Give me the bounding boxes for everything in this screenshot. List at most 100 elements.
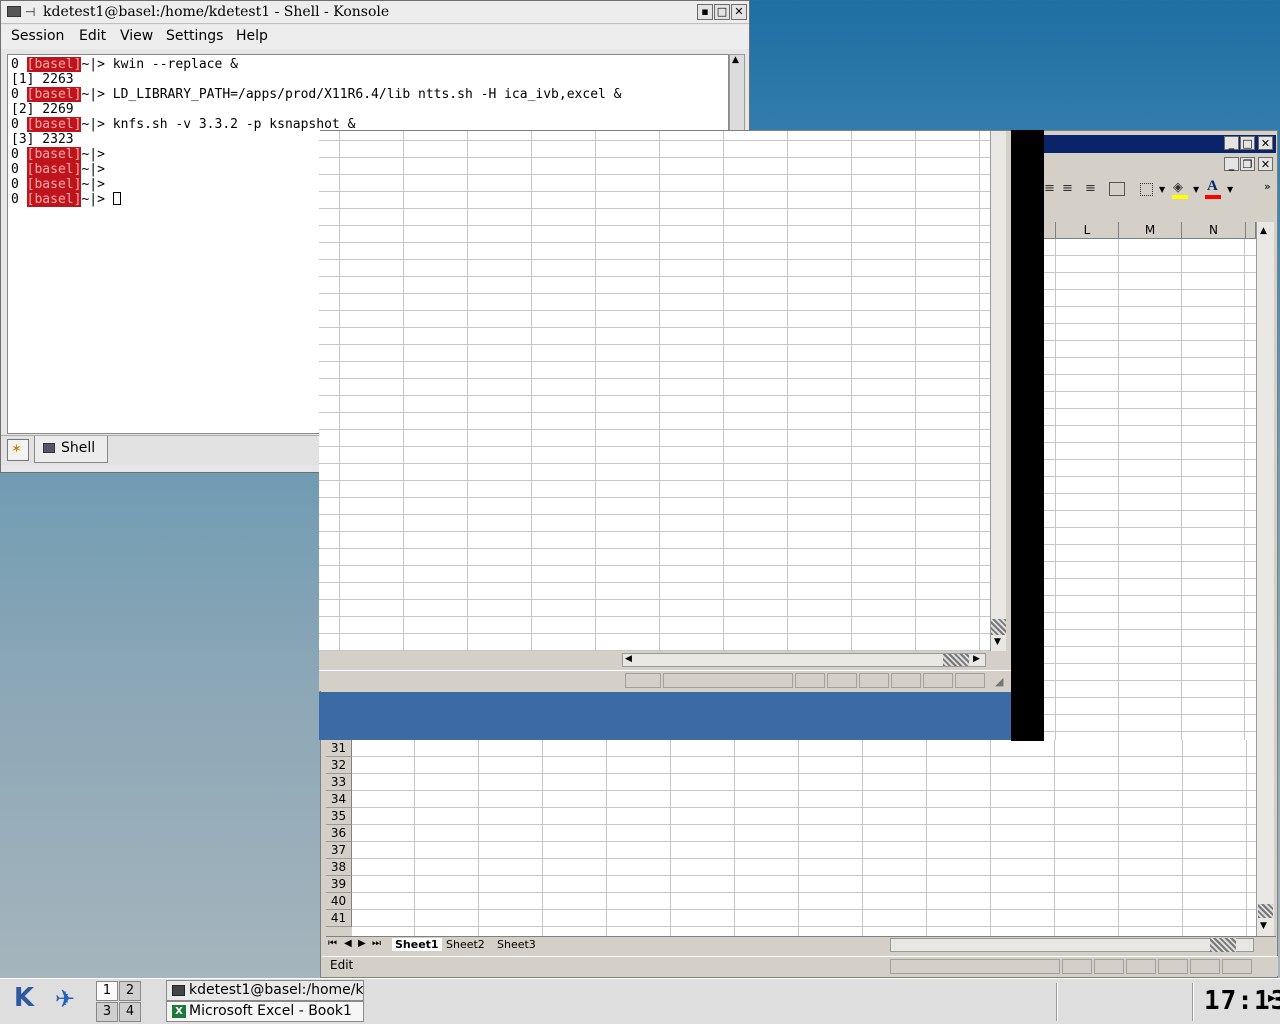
split-handle[interactable]	[1258, 904, 1273, 918]
align-right-icon[interactable]: ≡	[1085, 181, 1096, 196]
fill-dropdown-icon[interactable]: ▼	[1193, 185, 1199, 194]
terminal-prompt-line: 0 [basel]~|> knfs.sh -v 3.3.2 -p ksnapsh…	[11, 117, 355, 132]
row-headers: 31 32 33 34 35 36 37 38 39 40 41	[326, 740, 352, 936]
status-panel	[795, 673, 825, 688]
split-handle-h[interactable]	[1210, 938, 1236, 952]
row-header[interactable]: 41	[326, 910, 352, 927]
font-color-swatch	[1205, 195, 1221, 199]
task-excel-label: Microsoft Excel - Book1	[189, 1003, 352, 1019]
row-header[interactable]: 39	[326, 876, 352, 893]
konqueror-icon[interactable]: ✈	[48, 985, 82, 1017]
split-handle[interactable]	[991, 619, 1006, 635]
front-horizontal-scrollbar[interactable]: ◀ ▶	[622, 653, 986, 667]
column-header-L[interactable]: L	[1056, 222, 1119, 239]
align-left-icon[interactable]: ≡	[1044, 181, 1055, 196]
terminal-output-line: [1] 2263	[11, 72, 74, 87]
pin-icon[interactable]: ⊣	[25, 5, 35, 19]
pager-desktop-3[interactable]: 3	[96, 1002, 118, 1022]
close-button[interactable]: ✕	[731, 4, 747, 20]
menu-help[interactable]: Help	[236, 28, 268, 44]
scroll-down-icon[interactable]: ▼	[994, 637, 1001, 647]
tab-sheet3[interactable]: Sheet3	[497, 938, 536, 951]
terminal-prompt-line: 0 [basel]~|> kwin --replace &	[11, 57, 238, 72]
menu-edit[interactable]: Edit	[79, 28, 106, 44]
grid-lower[interactable]	[352, 740, 1256, 936]
status-panel	[955, 673, 985, 688]
pager-desktop-4[interactable]: 4	[119, 1002, 141, 1022]
prompt-suffix: ~|>	[81, 162, 105, 177]
book-minimize-button[interactable]: _	[1224, 157, 1239, 171]
menu-view[interactable]: View	[120, 28, 153, 44]
column-header-K[interactable]	[1044, 222, 1056, 239]
prev-sheet-icon[interactable]: ◀	[344, 938, 352, 949]
scroll-down-icon[interactable]: ▼	[1260, 921, 1267, 931]
minimize-button[interactable]: ▪	[697, 4, 713, 20]
last-sheet-icon[interactable]: ⏭	[372, 938, 381, 949]
tab-shell[interactable]: Shell	[34, 436, 108, 463]
row-header[interactable]: 38	[326, 859, 352, 876]
borders-icon[interactable]	[1140, 183, 1153, 196]
split-handle-h[interactable]	[943, 654, 969, 666]
menu-settings[interactable]: Settings	[166, 28, 223, 44]
column-header-N[interactable]: N	[1182, 222, 1246, 239]
row-header[interactable]: 35	[326, 808, 352, 825]
row-header[interactable]: 34	[326, 791, 352, 808]
font-dropdown-icon[interactable]: ▼	[1227, 185, 1233, 194]
column-header-O[interactable]	[1246, 222, 1256, 239]
scroll-up-icon[interactable]: ▲	[732, 55, 739, 65]
excel-minimize-button[interactable]: _	[1224, 136, 1239, 150]
toolbar-more-icon[interactable]: »	[1264, 180, 1271, 193]
front-vertical-scrollbar[interactable]: ▼	[990, 131, 1006, 651]
horizontal-scrollbar[interactable]	[890, 938, 1254, 952]
terminal-icon[interactable]	[7, 6, 21, 17]
fill-color-icon[interactable]: ◈	[1173, 180, 1183, 195]
excel-vertical-scrollbar[interactable]: ▲ ▼	[1256, 222, 1274, 936]
book-close-button[interactable]: ✕	[1258, 157, 1273, 171]
prompt-status: 0	[11, 177, 19, 192]
grid-right[interactable]	[1044, 239, 1256, 740]
prompt-status: 0	[11, 192, 19, 207]
status-panel	[625, 673, 661, 688]
scroll-up-icon[interactable]: ▲	[1260, 226, 1267, 236]
tab-sheet2[interactable]: Sheet2	[446, 938, 485, 951]
resize-grip-icon[interactable]: ◢	[995, 675, 1003, 688]
task-konsole-label: kdetest1@basel:/home/k	[189, 982, 364, 998]
excel-maximize-button[interactable]: □	[1240, 136, 1255, 150]
menu-session[interactable]: Session	[11, 28, 64, 44]
status-mode: Edit	[330, 958, 354, 972]
task-excel[interactable]: X Microsoft Excel - Book1	[166, 1001, 364, 1022]
book-restore-button[interactable]: ❐	[1240, 157, 1255, 171]
status-panel	[1126, 959, 1156, 974]
terminal-prompt-line: 0 [basel]~|> LD_LIBRARY_PATH=/apps/prod/…	[11, 87, 622, 102]
pager-desktop-2[interactable]: 2	[119, 981, 141, 1001]
borders-dropdown-icon[interactable]: ▼	[1159, 185, 1165, 194]
task-konsole[interactable]: kdetest1@basel:/home/k	[166, 980, 364, 1001]
row-header[interactable]: 32	[326, 757, 352, 774]
scroll-right-icon[interactable]: ▶	[973, 654, 980, 664]
maximize-button[interactable]: □	[714, 4, 730, 20]
tab-sheet1[interactable]: Sheet1	[392, 938, 442, 951]
prompt-host: [basel]	[26, 192, 82, 207]
merge-center-icon[interactable]	[1109, 182, 1125, 196]
row-header[interactable]: 33	[326, 774, 352, 791]
prompt-suffix: ~|>	[81, 192, 105, 207]
terminal-output-line: [3] 2323	[11, 132, 74, 147]
kde-menu-icon[interactable]: K	[6, 983, 42, 1019]
grid-front[interactable]	[319, 131, 990, 651]
row-header[interactable]: 40	[326, 893, 352, 910]
excel-close-button[interactable]: ✕	[1258, 136, 1273, 150]
pager-desktop-1[interactable]: 1	[96, 981, 118, 1001]
first-sheet-icon[interactable]: ⏮	[328, 938, 337, 949]
prompt-suffix: ~|>	[81, 177, 105, 192]
row-header[interactable]: 37	[326, 842, 352, 859]
scroll-left-icon[interactable]: ◀	[625, 654, 632, 664]
font-color-icon[interactable]: A	[1207, 178, 1218, 195]
konsole-titlebar[interactable]: ⊣ kdetest1@basel:/home/kdetest1 - Shell …	[1, 1, 749, 24]
new-session-button[interactable]: ✶	[7, 439, 29, 461]
align-center-icon[interactable]: ≡	[1062, 181, 1073, 196]
next-sheet-icon[interactable]: ▶	[358, 938, 366, 949]
clock[interactable]: 17:13	[1204, 986, 1280, 1016]
row-header[interactable]: 36	[326, 825, 352, 842]
row-header[interactable]: 31	[326, 740, 352, 757]
column-header-M[interactable]: M	[1119, 222, 1182, 239]
